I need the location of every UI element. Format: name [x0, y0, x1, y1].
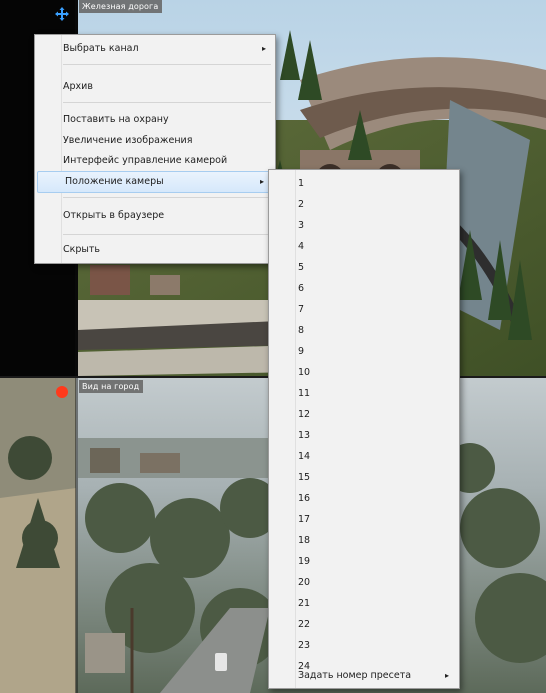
- menu-separator: [63, 102, 271, 103]
- preset-item[interactable]: 9: [298, 341, 304, 362]
- preset-item[interactable]: 13: [298, 425, 310, 446]
- camera-title: Вид на город: [79, 380, 144, 393]
- preset-item[interactable]: 12: [298, 404, 310, 425]
- preset-item[interactable]: 3: [298, 215, 304, 236]
- menu-item-label: Архив: [63, 81, 93, 92]
- preset-item[interactable]: 16: [298, 488, 310, 509]
- camera-position-submenu: 1 2 3 4 5 6 7 8 9 10 11 12 13 14 15 16 1…: [268, 169, 460, 689]
- menu-item-archive[interactable]: Архив: [36, 76, 274, 98]
- preset-item[interactable]: 6: [298, 278, 304, 299]
- preset-item[interactable]: 7: [298, 299, 304, 320]
- preset-item[interactable]: 2: [298, 194, 304, 215]
- menu-item-label: Поставить на охрану: [63, 114, 169, 125]
- preset-item[interactable]: 5: [298, 257, 304, 278]
- preset-item[interactable]: 21: [298, 593, 310, 614]
- recording-indicator-icon: [56, 386, 68, 398]
- preset-item[interactable]: 14: [298, 446, 310, 467]
- preset-item[interactable]: 11: [298, 383, 310, 404]
- preset-item[interactable]: 23: [298, 635, 310, 656]
- preset-item[interactable]: 17: [298, 509, 310, 530]
- menu-item-camera-position[interactable]: Положение камеры ▸: [37, 171, 273, 193]
- menu-separator: [63, 234, 271, 235]
- preset-item[interactable]: 18: [298, 530, 310, 551]
- menu-separator: [63, 64, 271, 65]
- menu-item-label: Положение камеры: [65, 176, 164, 187]
- menu-item-label: Задать номер пресета: [298, 670, 412, 681]
- preset-item[interactable]: 22: [298, 614, 310, 635]
- preset-item[interactable]: 15: [298, 467, 310, 488]
- menu-item-label: Выбрать канал: [63, 43, 139, 54]
- camera-context-menu: Выбрать канал ▸ Архив Поставить на охран…: [34, 34, 276, 264]
- menu-item-label: Открыть в браузере: [63, 210, 165, 221]
- preset-item[interactable]: 20: [298, 572, 310, 593]
- menu-item-set-preset-number[interactable]: Задать номер пресета ▸: [298, 665, 453, 687]
- preset-item[interactable]: 8: [298, 320, 304, 341]
- tile-divider: [75, 378, 78, 693]
- menu-item-camera-control[interactable]: Интерфейс управление камерой: [36, 150, 274, 172]
- camera-title: Железная дорога: [79, 0, 163, 13]
- ptz-move-icon[interactable]: [55, 7, 69, 21]
- preset-item[interactable]: 4: [298, 236, 304, 257]
- submenu-arrow-icon: ▸: [444, 671, 449, 680]
- preset-item[interactable]: 10: [298, 362, 310, 383]
- menu-separator: [63, 197, 271, 198]
- preset-item[interactable]: 1: [298, 173, 304, 194]
- submenu-arrow-icon: ▸: [261, 44, 266, 53]
- preset-item[interactable]: 19: [298, 551, 310, 572]
- submenu-arrow-icon: ▸: [259, 177, 264, 186]
- menu-item-label: Увеличение изображения: [63, 135, 193, 146]
- menu-item-label: Скрыть: [63, 244, 101, 255]
- menu-item-zoom-image[interactable]: Увеличение изображения: [36, 130, 274, 152]
- menu-item-arm-guard[interactable]: Поставить на охрану: [36, 109, 274, 131]
- menu-item-label: Интерфейс управление камерой: [63, 155, 228, 166]
- menu-item-select-channel[interactable]: Выбрать канал ▸: [36, 38, 274, 60]
- menu-item-hide[interactable]: Скрыть: [36, 239, 274, 261]
- menu-item-open-in-browser[interactable]: Открыть в браузере: [36, 205, 274, 227]
